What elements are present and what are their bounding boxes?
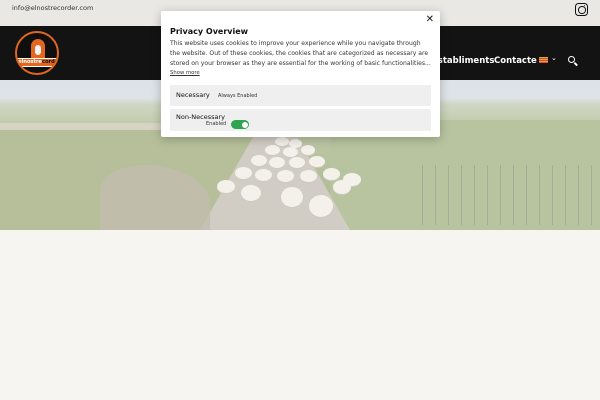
cookie-category-necessary[interactable]: Necessary Always Enabled — [170, 85, 431, 106]
category-label: Necessary — [176, 91, 210, 99]
modal-description: This website uses cookies to improve you… — [170, 40, 431, 67]
catalan-flag-icon[interactable] — [539, 57, 548, 63]
non-necessary-toggle[interactable] — [231, 120, 249, 129]
search-icon[interactable] — [568, 56, 575, 63]
chevron-down-icon[interactable]: ⌄ — [551, 54, 557, 62]
logo-text: elnostrecorder — [18, 59, 59, 65]
nav-item-establiments[interactable]: Establiments — [432, 56, 494, 66]
category-label: Non-Necessary — [176, 113, 226, 121]
cookie-consent-modal: ✕ Privacy Overview This website uses coo… — [161, 11, 440, 137]
show-more-link[interactable]: Show more — [170, 70, 200, 76]
modal-title: Privacy Overview — [170, 27, 249, 36]
instagram-icon[interactable] — [575, 3, 588, 16]
contact-email-link[interactable]: info@elnostrecorder.com — [12, 4, 93, 12]
site-logo[interactable]: elnostrecorder — [15, 31, 59, 75]
close-icon[interactable]: ✕ — [426, 14, 434, 25]
category-status: Enabled — [206, 121, 227, 127]
nav-item-contacte[interactable]: Contacte — [494, 56, 537, 66]
category-status: Always Enabled — [218, 92, 258, 99]
cookie-category-non-necessary[interactable]: Non-Necessary Enabled — [170, 109, 431, 131]
